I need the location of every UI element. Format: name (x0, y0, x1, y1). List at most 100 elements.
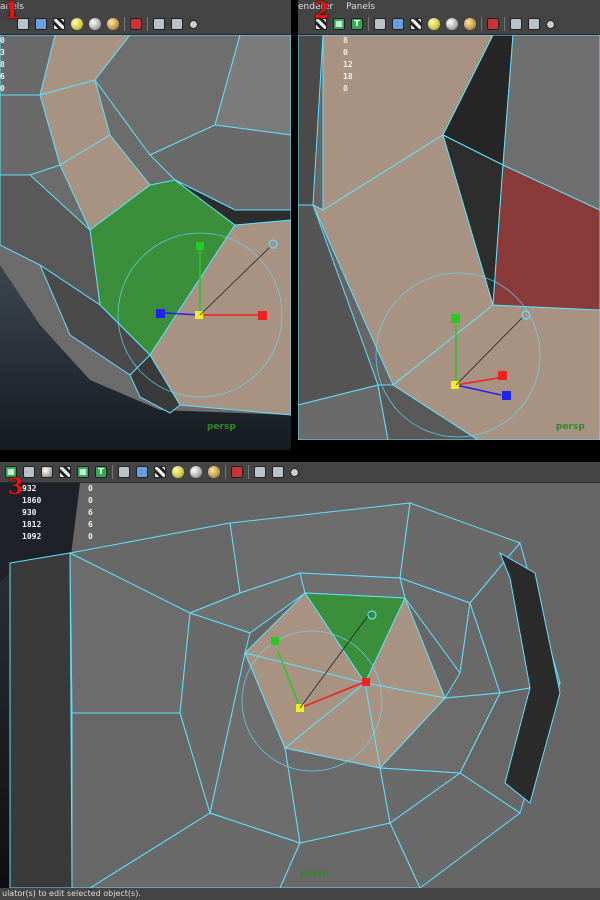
separator (124, 17, 125, 31)
y-handle (451, 314, 460, 323)
poly-count-stats: 8 0 12 18 0 (343, 35, 353, 95)
sphere-icon[interactable] (208, 466, 220, 478)
cube-icon[interactable] (374, 18, 386, 30)
stat-value: 8 (0, 60, 5, 69)
sphere-icon[interactable] (190, 466, 202, 478)
viewport-3d[interactable]: 0 3 8 6 0 persp (0, 35, 291, 450)
cube-icon[interactable] (510, 18, 522, 30)
text-icon[interactable]: T (351, 18, 363, 30)
select-icon[interactable] (130, 18, 142, 30)
viewport-panel-2[interactable]: enderer Panels ▦ T 8 0 12 18 0 persp 2 (298, 0, 600, 440)
stat-value: 930 (22, 508, 37, 517)
step-number: 3 (8, 474, 24, 500)
cube-icon[interactable] (35, 18, 47, 30)
sphere-icon[interactable] (41, 466, 53, 478)
x-handle (258, 311, 267, 320)
stat-value: 0 (0, 36, 5, 45)
stat-value: 6 (0, 72, 5, 81)
share-icon[interactable] (546, 19, 555, 29)
mesh-view (0, 35, 291, 450)
text-icon[interactable]: T (95, 466, 107, 478)
viewport-3d[interactable]: 8 0 12 18 0 persp (298, 35, 600, 440)
grid-icon[interactable]: ▦ (77, 466, 89, 478)
stat-value: 3 (0, 48, 5, 57)
share-icon[interactable] (189, 19, 198, 29)
step-number: 1 (4, 0, 20, 24)
separator (481, 17, 482, 31)
stat-value: 0 (88, 532, 93, 541)
panel-menubar: enderer Panels (298, 0, 600, 14)
viewport-toolbar: ▦ T (298, 14, 600, 35)
center-handle (451, 381, 459, 389)
camera-label: persp (556, 422, 585, 432)
cube-icon[interactable] (153, 18, 165, 30)
x-handle (498, 371, 507, 380)
checker-icon[interactable] (154, 466, 166, 478)
viewport-panel-1[interactable]: anels 0 3 8 6 0 persp 1 (0, 0, 291, 450)
stat-value: 0 (343, 48, 348, 57)
sphere-icon[interactable] (172, 466, 184, 478)
viewport-3d[interactable]: 932 1860 930 1812 1092 0 0 6 6 0 persp (0, 483, 600, 888)
stat-value: 932 (22, 484, 37, 493)
sphere-icon[interactable] (428, 18, 440, 30)
cube-icon[interactable] (528, 18, 540, 30)
sphere-icon[interactable] (71, 18, 83, 30)
sphere-icon[interactable] (89, 18, 101, 30)
stat-value: 0 (88, 484, 93, 493)
select-icon[interactable] (231, 466, 243, 478)
separator (147, 17, 148, 31)
separator (368, 17, 369, 31)
viewport-toolbar (0, 14, 291, 35)
stat-value: 1812 (22, 520, 42, 529)
stat-value: 6 (88, 520, 93, 529)
stat-value: 8 (343, 36, 348, 45)
poly-count-stats: 0 3 8 6 0 (0, 35, 5, 95)
poly-count-stats-right: 0 0 6 6 0 (88, 483, 93, 543)
cube-icon[interactable] (118, 466, 130, 478)
menu-item-panels[interactable]: Panels (346, 2, 375, 12)
camera-label: persp (300, 869, 329, 879)
stat-value: 1860 (22, 496, 42, 505)
cube-icon[interactable] (272, 466, 284, 478)
stat-value: 0 (88, 496, 93, 505)
z-handle (156, 309, 165, 318)
grid-icon[interactable]: ▦ (333, 18, 345, 30)
viewport-toolbar: ▦ ▦ T (0, 462, 600, 483)
mesh-view (0, 483, 600, 888)
mesh-view (298, 35, 600, 440)
cube-icon[interactable] (136, 466, 148, 478)
checker-icon[interactable] (53, 18, 65, 30)
poly-count-stats: 932 1860 930 1812 1092 (22, 483, 41, 543)
separator (225, 465, 226, 479)
sphere-icon[interactable] (107, 18, 119, 30)
status-line: ulator(s) to edit selected object(s). (0, 888, 600, 900)
camera-label: persp (207, 422, 236, 432)
sphere-icon[interactable] (464, 18, 476, 30)
separator (248, 465, 249, 479)
separator (504, 17, 505, 31)
cube-icon[interactable] (392, 18, 404, 30)
panel-menubar: anels (0, 0, 291, 14)
y-handle (196, 242, 204, 250)
cube-icon[interactable] (171, 18, 183, 30)
sphere-icon[interactable] (446, 18, 458, 30)
cube-icon[interactable] (23, 466, 35, 478)
checker-icon[interactable] (59, 466, 71, 478)
stat-value: 6 (88, 508, 93, 517)
center-handle (195, 311, 203, 319)
select-icon[interactable] (487, 18, 499, 30)
checker-icon[interactable] (410, 18, 422, 30)
z-handle (502, 391, 511, 400)
x-handle (362, 678, 370, 686)
separator (112, 465, 113, 479)
stat-value: 1092 (22, 532, 42, 541)
viewport-panel-3[interactable]: ▦ ▦ T 932 1860 930 1812 1092 0 0 6 6 0 p… (0, 462, 600, 900)
stat-value: 12 (343, 60, 353, 69)
stat-value: 0 (343, 84, 348, 93)
stat-value: 18 (343, 72, 353, 81)
stat-value: 0 (0, 84, 5, 93)
cube-icon[interactable] (254, 466, 266, 478)
step-number: 2 (314, 0, 330, 24)
y-handle (271, 637, 279, 645)
share-icon[interactable] (290, 467, 299, 477)
